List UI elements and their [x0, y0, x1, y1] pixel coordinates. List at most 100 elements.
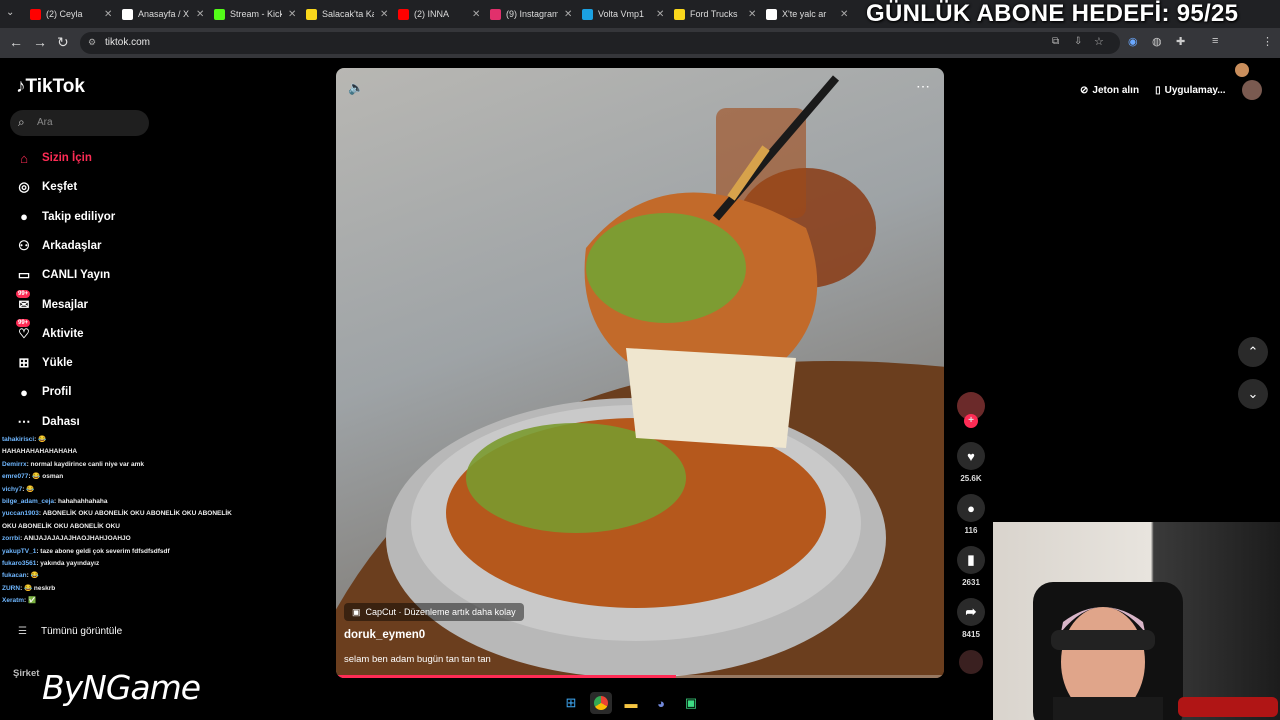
browser-tab[interactable]: Anasayfa / X ✕: [122, 4, 204, 24]
nav-item[interactable]: ⋯ Dahası: [14, 412, 80, 432]
tab-close-icon[interactable]: ✕: [656, 9, 664, 20]
translate-icon[interactable]: ⧉: [1052, 36, 1059, 47]
chat-username: Demirrx: [2, 460, 27, 468]
menu-kebab-icon[interactable]: ⋮: [1262, 35, 1273, 48]
nav-item[interactable]: ▭ CANLI Yayın: [14, 265, 110, 285]
extension-audio-icon[interactable]: ◉: [1128, 35, 1138, 48]
nav-label: Yükle: [42, 357, 73, 370]
see-all-link[interactable]: ☰ Tümünü görüntüle: [18, 626, 122, 637]
tab-title: (2) Ceyla: [46, 9, 83, 19]
nav-label: Dahası: [42, 415, 80, 428]
more-icon: ⋯: [17, 413, 31, 429]
chat-text: : hahahahhahaha: [54, 498, 108, 506]
like-button[interactable]: ♥ 25.6K: [955, 442, 987, 483]
nav-label: Keşfet: [42, 181, 78, 194]
search-input[interactable]: ⌕ Ara: [10, 110, 149, 136]
creator-avatar-button[interactable]: +: [955, 392, 987, 428]
browser-tab[interactable]: (2) INNA ✕: [398, 4, 480, 24]
extensions-puzzle-icon[interactable]: ✚: [1176, 35, 1185, 48]
back-icon[interactable]: ←: [9, 34, 23, 50]
app-icon[interactable]: ▣: [680, 692, 702, 714]
chat-text: : 😂: [26, 572, 39, 580]
video-player[interactable]: 🔈 ⋯ ▣ CapCut · Düzenleme artık daha kola…: [336, 68, 944, 678]
nav-label: CANLI Yayın: [42, 269, 111, 282]
kick-icon: [214, 8, 225, 20]
tab-close-icon[interactable]: ✕: [840, 9, 848, 20]
chat-message: yakupTV_1: taze abone geldi çok severim …: [2, 546, 252, 558]
install-icon[interactable]: ⇩: [1074, 36, 1082, 47]
tab-close-icon[interactable]: ✕: [288, 9, 296, 20]
tab-title: X'te yalc ar: [782, 9, 827, 19]
browser-tab[interactable]: Ford Trucks ✕: [674, 4, 756, 24]
discord-icon[interactable]: ◕: [650, 692, 672, 714]
tiktok-logo[interactable]: ♪TikTok: [16, 76, 85, 98]
media-icon[interactable]: ≡: [1212, 35, 1218, 47]
chat-username: vichy7: [2, 485, 23, 493]
nav-item[interactable]: ● Takip ediliyor: [14, 207, 115, 227]
capcut-tag[interactable]: ▣ CapCut · Düzenleme artık daha kolay: [344, 603, 524, 621]
get-app-button[interactable]: ▯ Uygulamay...: [1147, 78, 1233, 102]
browser-tab[interactable]: Volta Vmp1 ✕: [582, 4, 664, 24]
video-author[interactable]: doruk_eymen0: [344, 629, 425, 641]
sound-disc-button[interactable]: [955, 650, 987, 678]
url-text: tiktok.com: [105, 37, 151, 48]
next-video-button[interactable]: ⌄: [1238, 379, 1268, 409]
chat-text: : taze abone geldi çok severim fdfsdfsdf…: [36, 547, 170, 555]
tab-close-icon[interactable]: ✕: [196, 9, 204, 20]
tab-search-icon[interactable]: ⌄: [6, 7, 14, 18]
share-button[interactable]: ➦ 8415: [955, 598, 987, 639]
save-button[interactable]: ▮ 2631: [955, 546, 987, 587]
more-options-icon[interactable]: ⋯: [916, 78, 930, 95]
volume-icon[interactable]: 🔈: [348, 80, 364, 96]
chrome-icon[interactable]: [590, 692, 612, 714]
file-explorer-icon[interactable]: ▬: [620, 692, 642, 714]
browser-tab[interactable]: (2) Ceyla ✕: [30, 4, 112, 24]
tab-close-icon[interactable]: ✕: [104, 9, 112, 20]
reload-icon[interactable]: ↻: [57, 34, 69, 51]
nav-item[interactable]: ⊞ Yükle: [14, 353, 73, 373]
chat-message: Demirrx: normal kaydirince canli niye va…: [2, 459, 252, 471]
nav-item[interactable]: ⚇ Arkadaşlar: [14, 236, 101, 256]
live-icon: ▭: [17, 267, 31, 283]
upload-icon: ⊞: [18, 355, 30, 371]
tab-close-icon[interactable]: ✕: [380, 9, 388, 20]
extension-icon[interactable]: ◍: [1152, 35, 1162, 48]
tab-close-icon[interactable]: ✕: [472, 9, 480, 20]
chat-username: zorrbi: [2, 535, 21, 543]
chat-message: tahakirisci: 😂: [2, 434, 252, 446]
chat-text: : ABONELİK OKU ABONELİK OKU ABONELİK OKU…: [38, 510, 232, 518]
s-icon: [674, 8, 685, 20]
follow-plus-icon[interactable]: +: [964, 414, 978, 428]
chat-message: Xeratm: ✅: [2, 595, 252, 607]
nav-item[interactable]: ⌂ Sizin İçin: [14, 148, 92, 168]
video-progress-bar[interactable]: [336, 675, 944, 678]
profile-avatar[interactable]: [1235, 63, 1249, 77]
nav-label: Aktivite: [42, 327, 84, 340]
site-info-icon[interactable]: ⚙: [88, 37, 96, 48]
chevron-down-icon: ⌄: [1247, 386, 1259, 401]
windows-start-icon[interactable]: ⊞: [560, 692, 582, 714]
chat-username: fukaro3561: [2, 560, 37, 568]
chat-message: bilge_adam_ceja: hahahahhahaha: [2, 496, 252, 508]
user-avatar[interactable]: [1241, 80, 1262, 100]
browser-tab[interactable]: X'te yalc ar ✕: [766, 4, 848, 24]
nav-item[interactable]: ● Profil: [14, 382, 71, 402]
tab-title: Ford Trucks: [690, 9, 738, 19]
browser-tab[interactable]: Stream - Kick ✕: [214, 4, 296, 24]
address-bar[interactable]: ⚙ tiktok.com ⧉ ⇩ ☆: [80, 32, 1120, 54]
get-coins-button[interactable]: ⊘ Jeton alın: [1072, 78, 1147, 102]
previous-video-button[interactable]: ⌃: [1238, 337, 1268, 367]
comment-button[interactable]: ● 116: [955, 494, 987, 535]
nav-item[interactable]: ✉ 99+ Mesajlar: [14, 289, 88, 315]
video-caption: selam ben adam bugün tan tan tan: [344, 654, 491, 665]
forward-icon[interactable]: →: [33, 34, 47, 50]
browser-tab[interactable]: Salacak'ta Ka ✕: [306, 4, 388, 24]
nav-item[interactable]: ♡ 99+ Aktivite: [14, 318, 84, 344]
nav-item[interactable]: ◎ Keşfet: [14, 177, 77, 197]
chat-username: bilge_adam_ceja: [2, 498, 55, 506]
tab-close-icon[interactable]: ✕: [564, 9, 572, 20]
company-link[interactable]: Şirket: [13, 668, 39, 679]
browser-tab[interactable]: (9) Instagram ✕: [490, 4, 572, 24]
tab-close-icon[interactable]: ✕: [748, 9, 756, 20]
bookmark-star-icon[interactable]: ☆: [1094, 35, 1104, 48]
